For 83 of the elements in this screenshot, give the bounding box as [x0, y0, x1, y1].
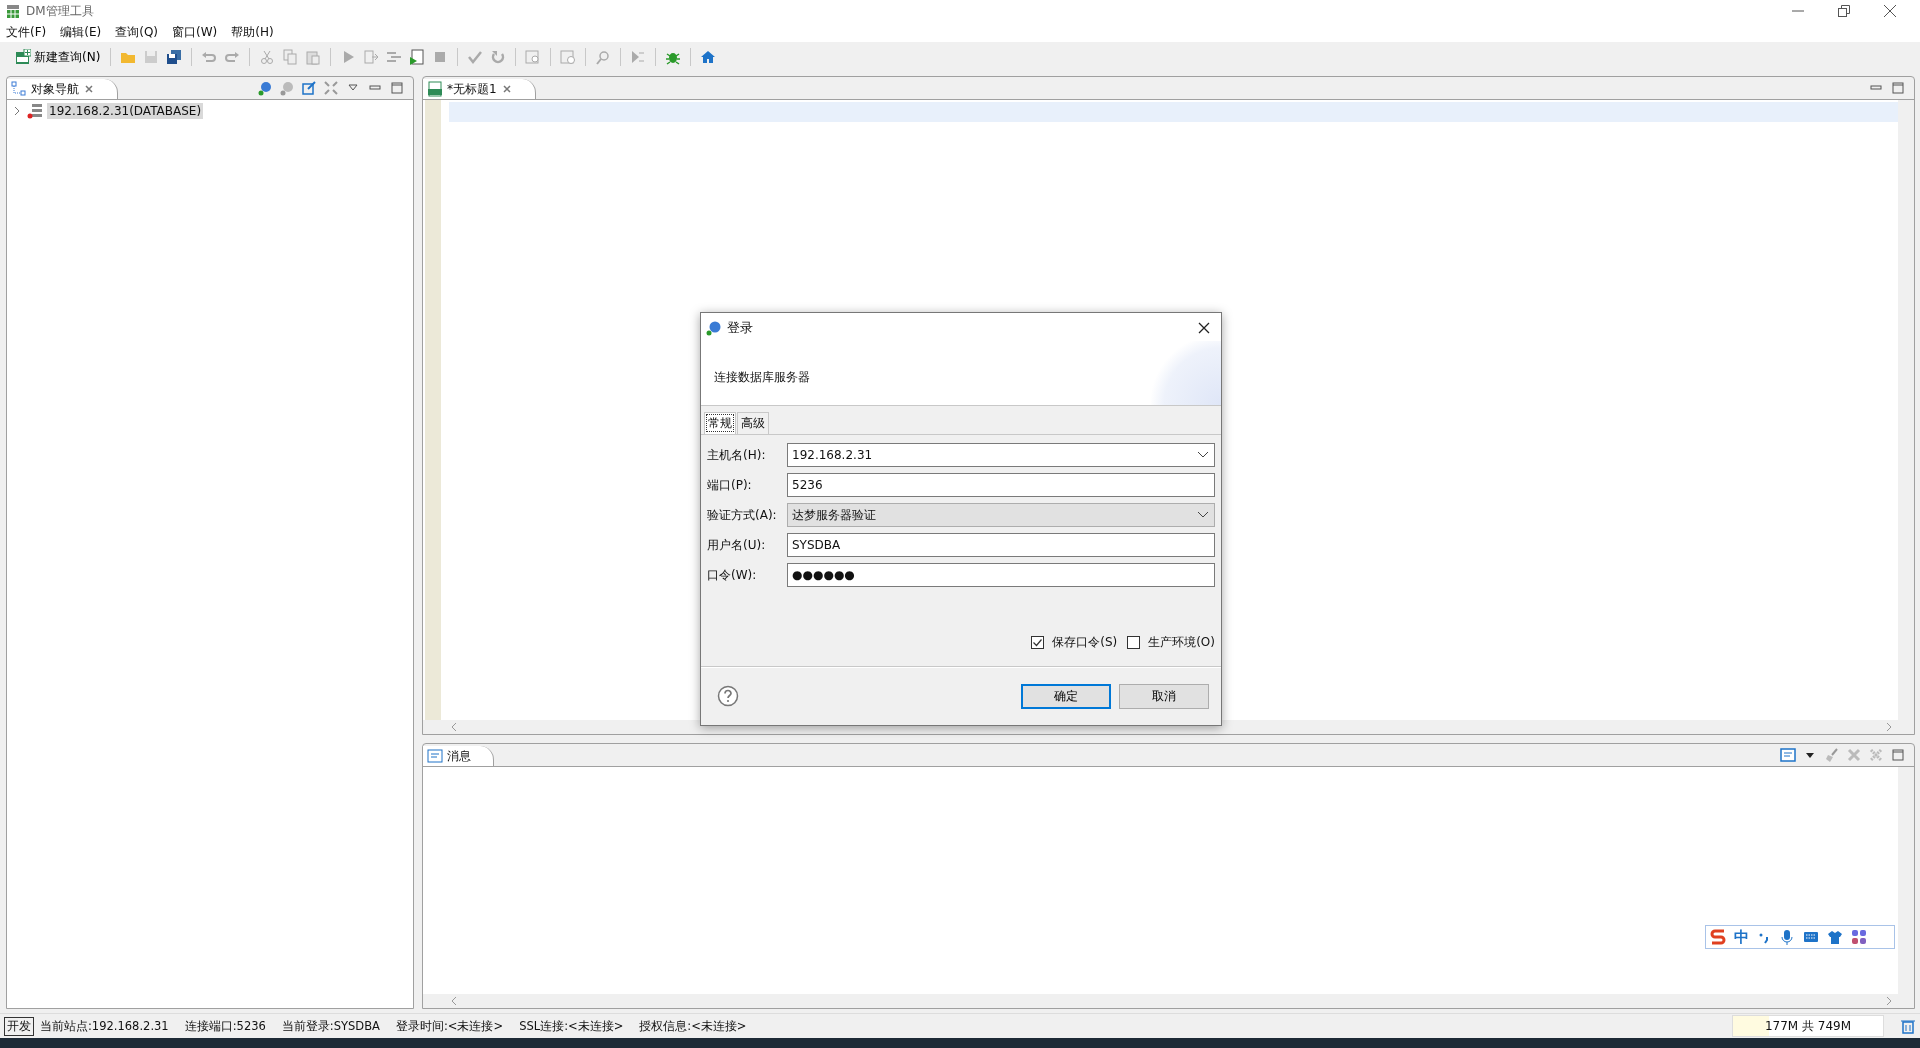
trash-icon[interactable]: [1900, 1018, 1916, 1034]
input-field[interactable]: 5236: [787, 473, 1215, 497]
field-label: 验证方式(A):: [707, 506, 778, 524]
dialog-tab[interactable]: 高级: [737, 412, 769, 434]
status-text: SSL连接:<未连接>: [519, 1018, 624, 1034]
tree-icon: [11, 81, 27, 97]
status-text: 当前站点:192.168.2.31: [40, 1018, 169, 1034]
memory-meter[interactable]: 177M 共 749M: [1732, 1015, 1884, 1037]
rollback-icon[interactable]: [490, 49, 507, 65]
shirt-icon[interactable]: [1827, 929, 1843, 945]
field-label: 端口(P):: [707, 476, 753, 494]
menu-item[interactable]: 帮助(H): [231, 23, 274, 41]
tree-item[interactable]: 192.168.2.31(DATABASE): [47, 103, 204, 119]
redo-icon[interactable]: [224, 49, 241, 65]
undo-icon[interactable]: [201, 49, 218, 65]
maximize-icon[interactable]: [1890, 747, 1906, 763]
remove-icon[interactable]: [1846, 747, 1862, 763]
memory-usage: 177M 共 749M: [1764, 1017, 1852, 1035]
field-label: 口令(W):: [707, 566, 758, 584]
panel-tab[interactable]: 消息: [423, 746, 494, 766]
dropdown-field[interactable]: 192.168.2.31: [787, 443, 1215, 467]
dialog-tab[interactable]: 常规: [704, 412, 736, 434]
sql-document-icon: [15, 49, 31, 65]
menu-item[interactable]: 编辑(E): [60, 23, 102, 41]
sql-document-icon: [427, 81, 443, 97]
indent-icon[interactable]: [386, 49, 403, 65]
checkbox[interactable]: [1127, 635, 1141, 649]
input-mode-label[interactable]: 中: [1734, 927, 1749, 947]
magnifier-icon[interactable]: [595, 49, 612, 65]
checkbox-label: 保存口令(S): [1052, 633, 1118, 651]
vertical-scrollbar[interactable]: [1898, 100, 1914, 720]
scroll-left-icon[interactable]: [449, 721, 459, 733]
field-label: 用户名(U):: [707, 536, 767, 554]
run-script-icon[interactable]: [409, 49, 426, 65]
home-icon[interactable]: [700, 49, 717, 65]
menu-item[interactable]: 文件(F): [6, 23, 47, 41]
microphone-icon[interactable]: [1779, 929, 1795, 945]
floppy-disks-icon[interactable]: [166, 49, 183, 65]
close-icon[interactable]: [1197, 321, 1211, 335]
checkmark-icon[interactable]: [467, 49, 484, 65]
status-text: 登录时间:<未连接>: [396, 1018, 504, 1034]
scroll-right-icon[interactable]: [1884, 721, 1894, 733]
collapse-icon[interactable]: [323, 80, 339, 96]
menu-item[interactable]: 查询(Q): [115, 23, 159, 41]
s-logo-icon: [1710, 928, 1726, 946]
window-title: DM管理工具: [26, 2, 94, 20]
input-field[interactable]: ●●●●●●: [787, 563, 1215, 587]
ok-button[interactable]: 确定: [1021, 683, 1111, 709]
dropdown-field[interactable]: 达梦服务器验证: [787, 503, 1215, 527]
copy-icon[interactable]: [282, 49, 299, 65]
input-field[interactable]: SYSDBA: [787, 533, 1215, 557]
checkbox-label: 生产环境(O): [1148, 633, 1215, 651]
checkbox[interactable]: [1031, 635, 1045, 649]
status-text: 连接端口:5236: [184, 1018, 266, 1034]
help-icon[interactable]: [717, 685, 739, 707]
cancel-button[interactable]: 取消: [1119, 683, 1209, 709]
edit-icon[interactable]: [301, 80, 317, 96]
scroll-right-icon[interactable]: [1884, 995, 1894, 1007]
panel-tab[interactable]: *无标题1: [423, 79, 536, 99]
broom-icon[interactable]: [1824, 747, 1840, 763]
field-label: 主机名(H):: [707, 446, 767, 464]
menu-item[interactable]: 窗口(W): [172, 23, 218, 41]
keyboard-icon[interactable]: [1803, 929, 1819, 945]
environment-badge: 开发: [4, 1016, 34, 1036]
apps-icon[interactable]: [1851, 929, 1867, 945]
status-text: 授权信息:<未连接>: [639, 1018, 747, 1034]
close-icon[interactable]: [1882, 3, 1898, 19]
scroll-left-icon[interactable]: [449, 995, 459, 1007]
status-text: 当前登录:SYSDBA: [281, 1018, 380, 1034]
scissors-icon[interactable]: [259, 49, 276, 65]
dialog-subtitle: 连接数据库服务器: [714, 369, 810, 386]
panel-tab[interactable]: 对象导航: [7, 79, 118, 99]
new-query-button[interactable]: 新建查询(N): [12, 46, 104, 68]
server-icon: [27, 103, 43, 119]
message-icon: [427, 748, 443, 764]
restore-icon[interactable]: [1836, 3, 1852, 19]
clipboard-icon[interactable]: [305, 49, 322, 65]
dialog-title: 登录: [727, 319, 753, 337]
maximize-icon[interactable]: [1890, 80, 1906, 96]
grid-icon: [6, 3, 20, 19]
maximize-icon[interactable]: [389, 80, 405, 96]
message-view-icon[interactable]: [1780, 747, 1796, 763]
vertical-scrollbar[interactable]: [1898, 767, 1914, 994]
